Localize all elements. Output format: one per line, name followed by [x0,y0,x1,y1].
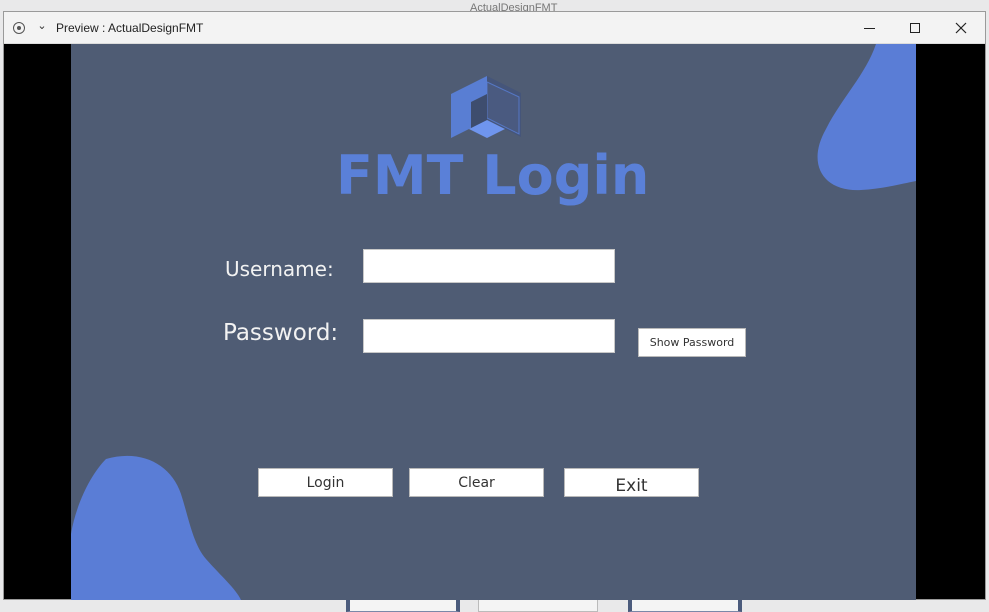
minimize-icon [863,27,875,29]
preview-window: ⌄ Preview : ActualDesignFMT FMT Login Us… [3,11,986,600]
username-label: Username: [225,257,334,281]
login-form-canvas: FMT Login Username: Password: Show Passw… [71,44,916,600]
maximize-icon [910,23,920,33]
close-icon [955,22,967,34]
chevron-down-icon[interactable]: ⌄ [36,20,48,32]
login-button[interactable]: Login [258,468,393,497]
show-password-button[interactable]: Show Password [638,328,746,357]
background-pane [628,598,742,612]
password-input[interactable] [363,319,615,353]
minimize-button[interactable] [846,12,892,44]
background-pane [346,598,460,612]
title-bar[interactable]: ⌄ Preview : ActualDesignFMT [4,12,985,44]
isometric-cube-logo-icon [449,76,523,142]
window-title: Preview : ActualDesignFMT [56,21,204,35]
maximize-button[interactable] [892,12,938,44]
clear-button[interactable]: Clear [409,468,544,497]
close-button[interactable] [938,12,984,44]
record-icon[interactable] [13,22,25,34]
username-input[interactable] [363,249,615,283]
background-pane [478,598,598,612]
exit-button[interactable]: Exit [564,468,699,497]
top-right-blob [817,44,916,191]
password-label: Password: [223,320,339,346]
brand-title: FMT Login [336,144,650,207]
bottom-left-blob [71,455,241,600]
